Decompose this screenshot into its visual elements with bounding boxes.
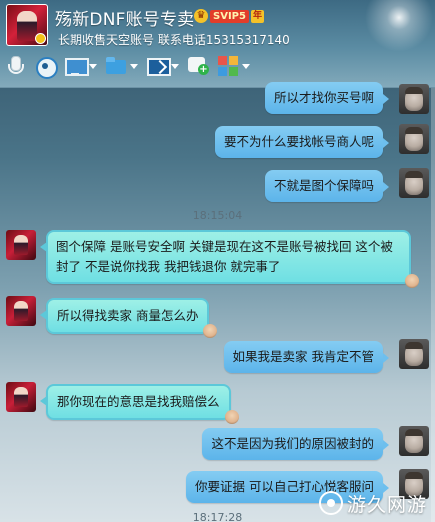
- my-avatar[interactable]: [399, 124, 429, 154]
- message-list[interactable]: 所以才找你买号啊 要不为什么要找帐号商人呢 不就是图个保障吗 18:15:04 …: [0, 82, 435, 522]
- incoming-message[interactable]: 那你现在的意思是找我赔偿么: [40, 384, 239, 424]
- remote-assist-button[interactable]: [146, 53, 179, 79]
- screen-share-button[interactable]: [64, 53, 97, 79]
- vip-badges[interactable]: ♛ SVIP5 年: [194, 8, 264, 24]
- chevron-down-icon[interactable]: [242, 63, 250, 69]
- contact-message-avatar[interactable]: [6, 296, 36, 326]
- my-avatar[interactable]: [399, 168, 429, 198]
- outgoing-message[interactable]: 不就是图个保障吗: [264, 170, 390, 202]
- remote-assist-icon: [146, 55, 171, 77]
- screen-share-icon: [64, 55, 89, 77]
- emoji-sticker-icon: [224, 410, 239, 424]
- webcam-icon: [34, 55, 58, 79]
- message-text: 所以才找你买号啊: [273, 90, 374, 105]
- add-note-icon: [187, 55, 209, 77]
- message-text: 不就是图个保障吗: [273, 178, 374, 193]
- chat-toolbar: [4, 52, 304, 80]
- video-call-button[interactable]: [34, 53, 58, 79]
- contact-message-avatar[interactable]: [6, 230, 36, 260]
- watermark-logo-icon: [318, 491, 343, 515]
- incoming-message[interactable]: 图个保障 是账号安全啊 关键是现在这不是账号被找回 这个被封了 不是说你找我 我…: [40, 230, 419, 288]
- crown-icon: ♛: [194, 9, 208, 23]
- send-file-button[interactable]: [105, 53, 138, 79]
- message-timestamp: 18:15:04: [192, 209, 243, 222]
- svip-badge: SVIP5: [210, 9, 249, 23]
- contact-name[interactable]: 殇新DNF账号专卖: [55, 5, 194, 30]
- message-text: 图个保障 是账号安全啊 关键是现在这不是账号被找回 这个被封了 不是说你找我 我…: [56, 239, 393, 274]
- outgoing-message[interactable]: 如果我是卖家 我肯定不管: [223, 341, 390, 373]
- outgoing-message[interactable]: 这不是因为我们的原因被封的: [202, 428, 389, 460]
- status-badge: [35, 33, 46, 44]
- my-avatar[interactable]: [399, 426, 429, 456]
- chevron-down-icon[interactable]: [130, 63, 138, 69]
- chat-header: 殇新DNF账号专卖 ♛ SVIP5 年 长期收售天空账号 联系电话1531531…: [0, 0, 435, 88]
- outgoing-message[interactable]: 所以才找你买号啊: [264, 82, 390, 114]
- send-file-icon: [105, 55, 127, 77]
- watermark-text: 游久网游: [346, 493, 427, 516]
- my-avatar[interactable]: [399, 339, 429, 369]
- apps-grid-icon: [217, 55, 239, 77]
- emoji-sticker-icon: [203, 324, 218, 338]
- message-text: 那你现在的意思是找我赔偿么: [57, 394, 220, 409]
- message-text: 所以得找卖家 商量怎么办: [57, 308, 199, 323]
- incoming-message[interactable]: 所以得找卖家 商量怎么办: [39, 298, 218, 338]
- watermark: 游久网游: [318, 490, 427, 516]
- outgoing-message[interactable]: 要不为什么要找帐号商人呢: [214, 126, 390, 158]
- my-avatar[interactable]: [399, 84, 429, 114]
- chat-scrollbar[interactable]: [431, 88, 435, 522]
- contact-message-avatar[interactable]: [6, 382, 36, 412]
- contact-avatar[interactable]: [6, 4, 48, 46]
- voice-call-button[interactable]: [4, 53, 26, 79]
- avatar-figure: [17, 11, 37, 41]
- chevron-down-icon[interactable]: [171, 63, 179, 69]
- microphone-icon: [4, 55, 26, 77]
- year-badge: 年: [250, 9, 264, 23]
- header-background-snow: [315, 0, 435, 88]
- add-note-button[interactable]: [187, 53, 209, 79]
- emoji-sticker-icon: [405, 274, 419, 288]
- apps-button[interactable]: [217, 53, 250, 79]
- message-text: 这不是因为我们的原因被封的: [211, 436, 374, 451]
- chevron-down-icon[interactable]: [89, 63, 97, 69]
- contact-signature: 长期收售天空账号 联系电话15315317140: [58, 33, 290, 47]
- message-text: 要不为什么要找帐号商人呢: [223, 134, 374, 149]
- message-text: 如果我是卖家 我肯定不管: [232, 349, 374, 364]
